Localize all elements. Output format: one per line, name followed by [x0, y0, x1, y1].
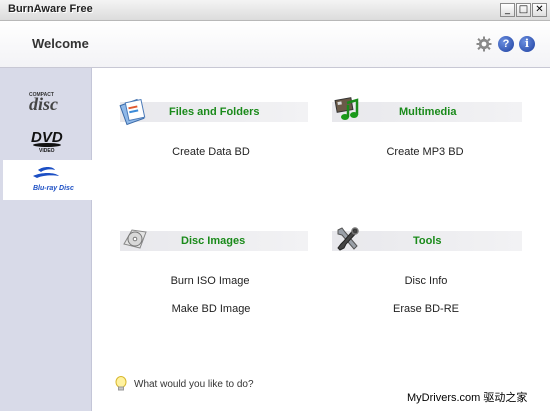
group-title-files: Files and Folders — [169, 106, 260, 118]
hint-text: What would you like to do? — [134, 379, 254, 390]
bluray-disc-icon: Blu-ray Disc — [33, 167, 74, 192]
sidebar-item-dvd[interactable]: DVD VIDEO — [3, 120, 92, 158]
make-bd-image-link[interactable]: Make BD Image — [126, 303, 296, 315]
page-title: Welcome — [32, 36, 89, 51]
svg-text:Blu-ray Disc: Blu-ray Disc — [33, 185, 74, 192]
group-title-images: Disc Images — [181, 235, 246, 247]
watermark: MyDrivers.com 驱动之家 — [407, 392, 528, 404]
create-mp3-bd-link[interactable]: Create MP3 BD — [340, 146, 510, 158]
main-panel: Files and Folders Create Data BD Multime… — [93, 68, 550, 411]
window-title: BurnAware Free — [8, 3, 93, 15]
group-title-multimedia: Multimedia — [399, 106, 457, 118]
minimize-button[interactable]: _ — [500, 3, 515, 17]
sidebar-item-compact-disc[interactable]: COMPACT disc — [3, 82, 92, 120]
close-button[interactable]: ✕ — [532, 3, 547, 17]
files-folders-icon — [119, 98, 146, 126]
create-data-bd-link[interactable]: Create Data BD — [126, 146, 296, 158]
lightbulb-icon — [115, 376, 127, 391]
compact-disc-icon: COMPACT disc — [29, 92, 58, 114]
sidebar: COMPACT disc DVD VIDEO Blu-ray Disc — [0, 68, 92, 411]
help-icon[interactable]: ? — [498, 36, 514, 52]
burn-iso-image-link[interactable]: Burn ISO Image — [125, 275, 295, 287]
maximize-button[interactable]: □ — [516, 3, 531, 17]
svg-text:VIDEO: VIDEO — [39, 148, 55, 154]
multimedia-icon — [334, 97, 359, 120]
sidebar-item-bluray[interactable]: Blu-ray Disc — [3, 160, 92, 200]
disc-info-link[interactable]: Disc Info — [341, 275, 511, 287]
header: Welcome ? i — [0, 21, 550, 68]
disc-images-icon — [123, 229, 147, 249]
tools-icon — [337, 227, 359, 251]
title-bar[interactable]: BurnAware Free _ □ ✕ — [0, 0, 550, 21]
settings-gear-icon[interactable] — [476, 36, 492, 52]
erase-bd-re-link[interactable]: Erase BD-RE — [341, 303, 511, 315]
svg-text:disc: disc — [29, 94, 58, 114]
group-title-tools: Tools — [413, 235, 442, 247]
window-title-app: BurnAware Free — [8, 3, 93, 15]
dvd-video-icon: DVD VIDEO — [31, 129, 63, 154]
info-icon[interactable]: i — [519, 36, 535, 52]
